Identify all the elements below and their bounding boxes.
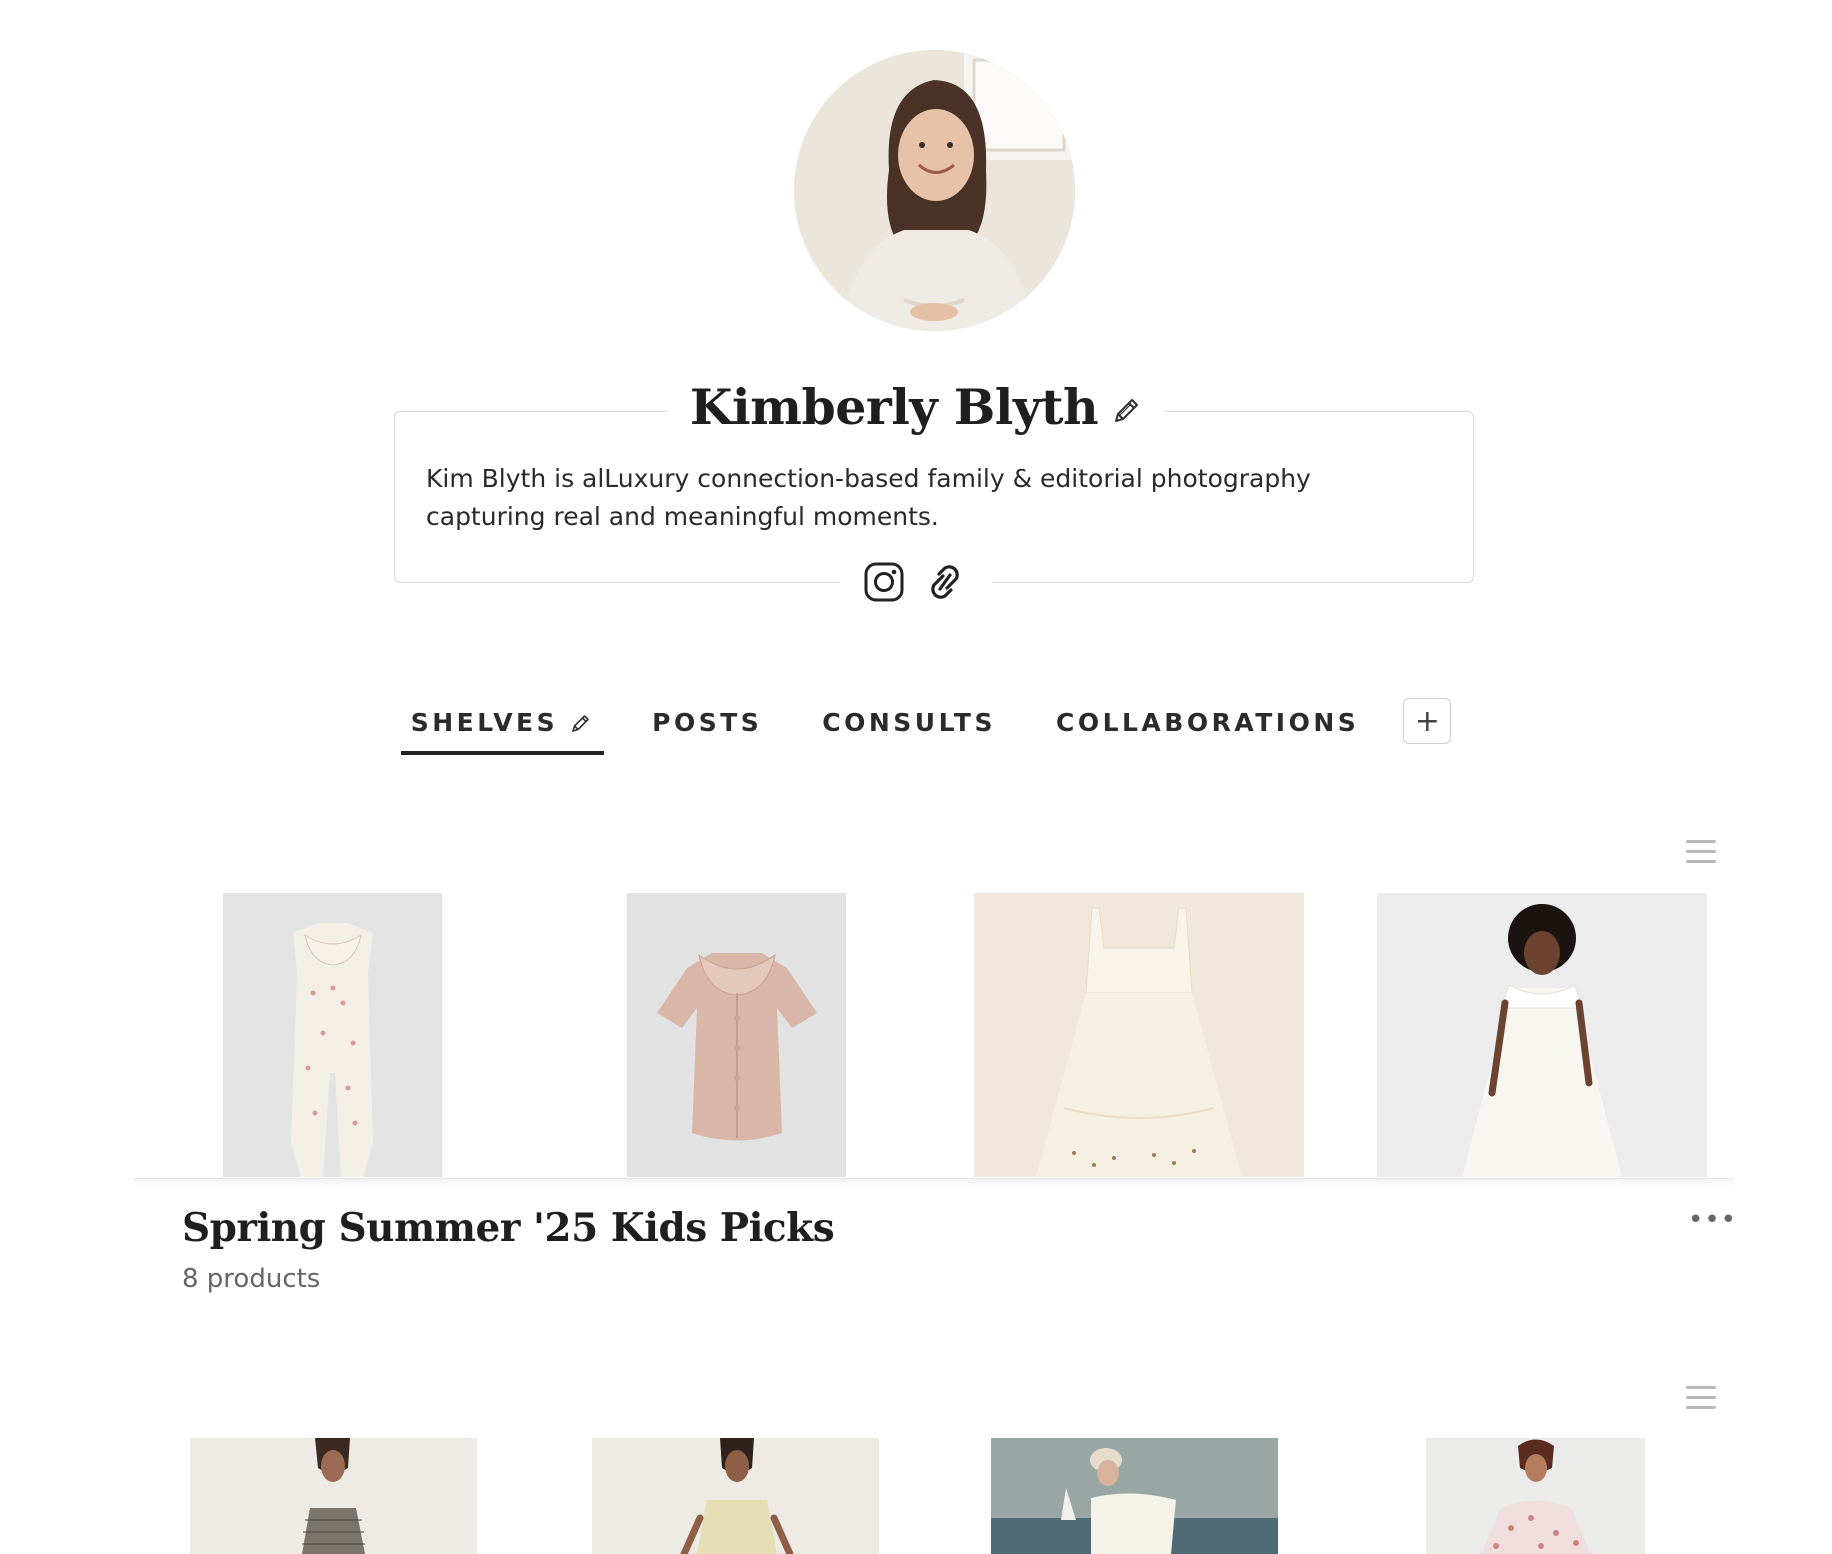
tab-shelves-label: SHELVES	[410, 708, 559, 737]
product-image-seaside-dress[interactable]	[991, 1438, 1278, 1554]
avatar-photo	[794, 50, 1075, 331]
product-image-gingham-dress[interactable]	[190, 1438, 477, 1554]
profile-bio: Kim Blyth is alLuxury connection-based f…	[426, 464, 1311, 531]
shelf-drag-handle[interactable]	[1686, 840, 1716, 866]
social-links-wrap	[840, 560, 992, 604]
cream-dress-photo	[974, 893, 1304, 1177]
floral-romper-photo	[223, 893, 442, 1177]
edit-name-pencil-icon[interactable]	[1110, 395, 1142, 427]
white-gown-photo	[1377, 893, 1707, 1177]
product-image-white-gown[interactable]	[1377, 893, 1707, 1177]
tab-posts-label: POSTS	[652, 708, 763, 737]
link-icon[interactable]	[920, 560, 970, 604]
profile-tabs: SHELVES POSTS CONSULTS COLLABORATIONS +	[0, 698, 1832, 760]
pink-romper-photo	[627, 893, 846, 1177]
product-image-pink-romper[interactable]	[627, 893, 846, 1177]
tab-collaborations-label: COLLABORATIONS	[1055, 708, 1360, 737]
product-image-yellow-dress[interactable]	[592, 1438, 879, 1554]
shelf-title[interactable]: Spring Summer '25 Kids Picks	[182, 1205, 835, 1251]
edit-shelves-pencil-icon[interactable]	[570, 712, 592, 734]
gingham-dress-photo	[190, 1438, 477, 1554]
floral-top-photo	[1426, 1438, 1645, 1554]
shelf-more-options-button[interactable]: •••	[1688, 1207, 1737, 1233]
instagram-icon[interactable]	[862, 560, 906, 604]
yellow-dress-photo	[592, 1438, 879, 1554]
tab-shelves[interactable]: SHELVES	[400, 700, 605, 757]
profile-avatar[interactable]	[794, 50, 1075, 331]
tab-consults[interactable]: CONSULTS	[812, 700, 1006, 757]
profile-name: Kimberly Blyth	[689, 378, 1099, 436]
social-links	[0, 556, 1832, 608]
tab-consults-label: CONSULTS	[822, 708, 996, 737]
tab-posts[interactable]: POSTS	[642, 700, 772, 757]
seaside-dress-photo	[991, 1438, 1278, 1554]
shelf-divider	[134, 1178, 1734, 1186]
product-image-floral-romper[interactable]	[223, 893, 442, 1177]
product-image-cream-dress[interactable]	[974, 893, 1304, 1177]
profile-name-row: Kimberly Blyth	[0, 372, 1832, 442]
profile-name-wrap: Kimberly Blyth	[667, 378, 1165, 436]
add-tab-button[interactable]: +	[1403, 698, 1452, 744]
tab-collaborations[interactable]: COLLABORATIONS	[1046, 700, 1369, 757]
shelf-product-count: 8 products	[182, 1264, 321, 1294]
product-image-floral-top[interactable]	[1426, 1438, 1645, 1554]
shelf-drag-handle-2[interactable]	[1686, 1386, 1716, 1412]
